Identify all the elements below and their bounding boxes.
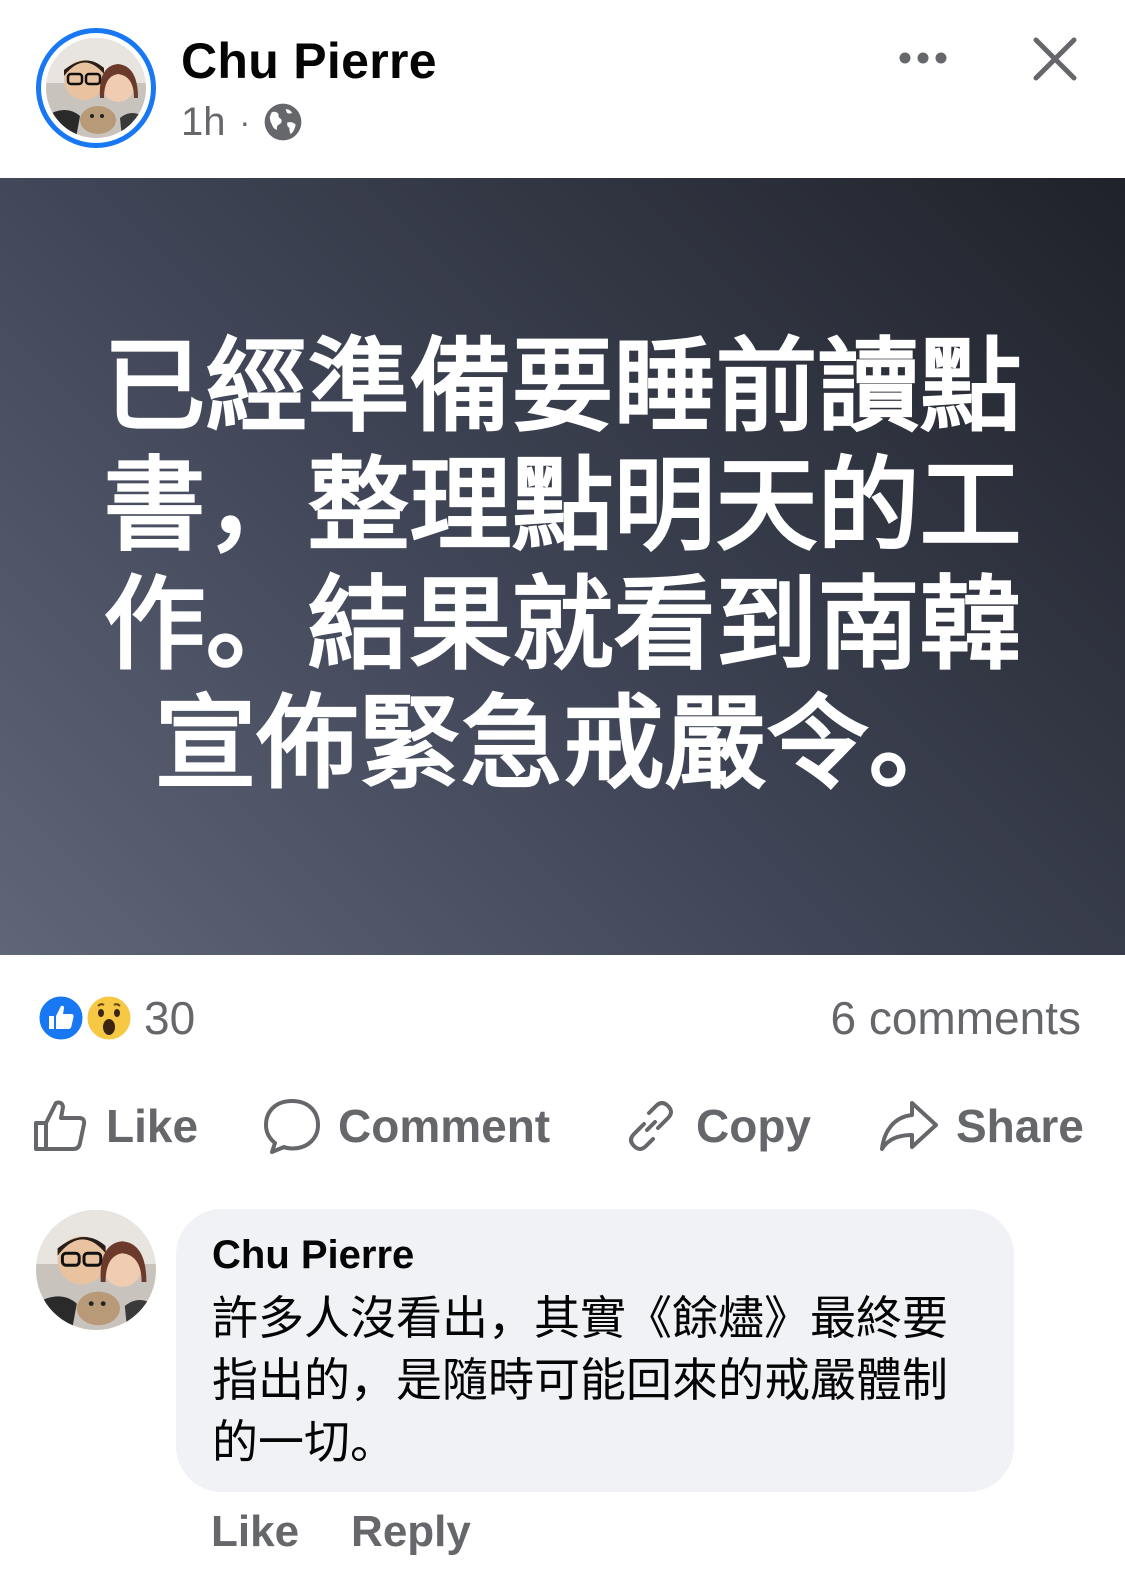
share-button[interactable]: Share [878,1090,1084,1162]
like-button[interactable]: Like [32,1090,198,1162]
like-label: Like [106,1100,199,1152]
copy-label: Copy [696,1100,811,1152]
reactions-summary[interactable]: 30 [36,990,195,1046]
post-text-card[interactable]: 已經準備要睡前讀點書，整理點明天的工作。結果就看到南韓宣佈緊急戒嚴令。 [0,178,1125,955]
comment-bubble[interactable]: Chu Pierre 許多人沒看出，其實《餘燼》最終要指出的，是隨時可能回來的戒… [176,1209,1014,1492]
post-action-bar: Like Comment Copy Share [0,1090,1125,1162]
comment-reply-button[interactable]: Reply [351,1507,471,1557]
close-button[interactable] [1024,28,1086,90]
more-options-button[interactable] [890,30,956,86]
post-text: 已經準備要睡前讀點書，整理點明天的工作。結果就看到南韓宣佈緊急戒嚴令。 [103,328,1022,804]
globe-icon [264,103,302,141]
comment-text: 許多人沒看出，其實《餘燼》最終要指出的，是隨時可能回來的戒嚴體制的一切。 [212,1291,948,1469]
post-meta: 1h · [181,98,304,146]
reaction-count: 30 [144,992,196,1044]
comment-actions: Like Reply [211,1507,523,1557]
more-icon [899,52,947,64]
post-header: Chu Pierre 1h · [0,0,1125,178]
comment-like-button[interactable]: Like [211,1507,299,1557]
close-icon [1033,37,1077,81]
share-arrow-icon [880,1101,938,1151]
wow-reaction-icon [84,993,134,1043]
comment-author[interactable]: Chu Pierre [212,1233,414,1278]
meta-separator: · [239,103,251,140]
comment-icon [264,1099,320,1154]
post-time[interactable]: 1h [181,100,226,145]
like-reaction-icon [36,993,86,1043]
author-avatar[interactable] [36,28,156,148]
commenter-avatar[interactable] [36,1210,156,1330]
thumbs-up-icon [34,1100,87,1151]
share-label: Share [956,1100,1084,1152]
copy-link-button[interactable]: Copy [622,1090,811,1162]
link-icon [629,1101,673,1151]
avatar-photo [46,38,146,138]
comment-button[interactable]: Comment [262,1090,550,1162]
author-name[interactable]: Chu Pierre [181,32,437,90]
comment-label: Comment [338,1100,551,1152]
comments-count[interactable]: 6 comments [830,990,1081,1046]
